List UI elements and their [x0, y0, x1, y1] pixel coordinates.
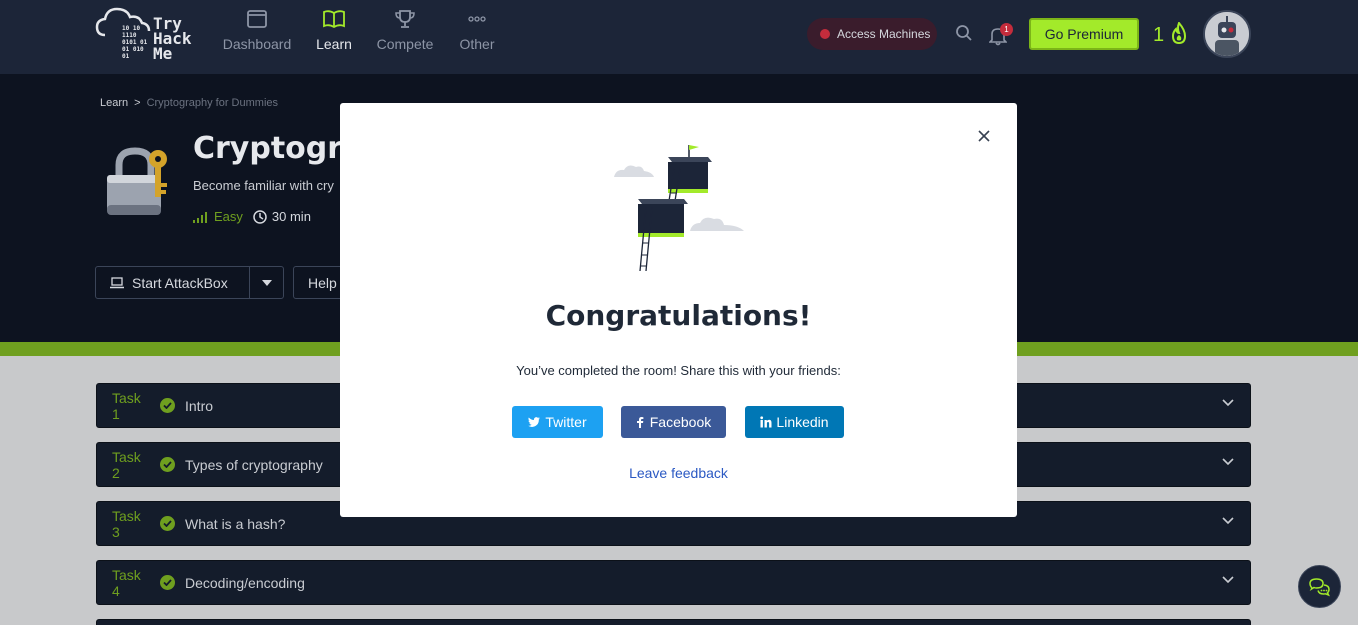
laptop-icon: [110, 276, 124, 288]
duration-label: 30 min: [271, 209, 311, 224]
task-name: What is a hash?: [185, 515, 286, 532]
task-number: Task 2: [112, 448, 141, 481]
padlock-key-icon: [107, 147, 167, 215]
streak-count: 1: [1153, 24, 1165, 46]
chevron-down-icon[interactable]: [1222, 399, 1234, 407]
task-name: Intro: [185, 397, 214, 414]
task-number: Task 4: [112, 566, 141, 599]
breadcrumb: Learn > Cryptography for Dummies: [100, 97, 278, 109]
modal-title: Congratulations!: [545, 299, 812, 332]
cubes-ladder-illustration: [614, 145, 744, 272]
attackbox-dropdown-toggle[interactable]: [250, 267, 283, 298]
leave-feedback-link[interactable]: Leave feedback: [340, 465, 1017, 481]
streak-counter[interactable]: 1: [1153, 21, 1188, 47]
trophy-icon: [395, 10, 415, 28]
share-facebook-button[interactable]: Facebook: [621, 406, 726, 438]
close-icon[interactable]: [976, 128, 992, 144]
linkedin-label: Linkedin: [776, 414, 829, 430]
duration-indicator: 30 min: [253, 209, 311, 224]
nav-dashboard-label: Dashboard: [222, 36, 292, 52]
start-attackbox-label: Start AttackBox: [132, 274, 228, 291]
access-machines-button[interactable]: Access Machines: [807, 18, 937, 50]
caret-down-icon: [261, 279, 272, 286]
start-attackbox-main[interactable]: Start AttackBox: [96, 267, 250, 298]
chevron-down-icon[interactable]: [1222, 517, 1234, 525]
nav-compete-label: Compete: [376, 36, 434, 52]
user-avatar[interactable]: [1203, 10, 1251, 58]
flame-icon: [1171, 21, 1186, 45]
linkedin-icon: [760, 416, 772, 428]
modal-message: You’ve completed the room! Share this wi…: [516, 363, 841, 378]
room-meta: Easy 30 min: [193, 209, 311, 224]
status-dot-icon: [820, 29, 830, 39]
breadcrumb-learn-link[interactable]: Learn: [100, 97, 128, 109]
nav-learn[interactable]: Learn: [312, 8, 356, 52]
share-linkedin-button[interactable]: Linkedin: [745, 406, 844, 438]
logo-wordmark: Try Hack Me: [153, 14, 192, 63]
facebook-icon: [636, 417, 644, 428]
notification-badge: 1: [1000, 23, 1013, 36]
check-circle-icon: [160, 398, 175, 413]
chat-bubbles-icon: [1308, 577, 1330, 596]
share-twitter-button[interactable]: Twitter: [512, 406, 603, 438]
top-navbar: 10 10 1110 0101 01 01 010 01 Try Hack Me…: [0, 0, 1358, 74]
nav-dashboard[interactable]: Dashboard: [222, 8, 292, 52]
facebook-label: Facebook: [649, 414, 712, 430]
chevron-down-icon[interactable]: [1222, 458, 1234, 466]
nav-learn-label: Learn: [316, 36, 352, 52]
congratulations-modal: Congratulations! You’ve completed the ro…: [340, 103, 1017, 517]
difficulty-indicator: Easy: [193, 209, 243, 224]
check-circle-icon: [160, 457, 175, 472]
chat-button[interactable]: [1298, 565, 1341, 608]
twitter-label: Twitter: [545, 414, 587, 430]
search-icon[interactable]: [955, 24, 973, 42]
nav-compete[interactable]: Compete: [374, 8, 436, 52]
task-name: Decoding/encoding: [185, 574, 305, 591]
signal-bars-icon: [193, 211, 207, 223]
difficulty-label: Easy: [214, 209, 243, 224]
start-attackbox-button[interactable]: Start AttackBox: [95, 266, 284, 299]
task-number: Task 3: [112, 507, 141, 540]
access-machines-label: Access Machines: [837, 27, 931, 41]
task-name: Types of cryptography: [185, 456, 323, 473]
nav-other-label: Other: [459, 36, 495, 52]
more-icon: [468, 16, 486, 22]
twitter-icon: [528, 417, 541, 427]
room-subtitle: Become familiar with cry: [193, 178, 334, 193]
tryhackme-logo[interactable]: 10 10 1110 0101 01 01 010 01 Try Hack Me: [95, 5, 205, 65]
breadcrumb-separator: >: [134, 97, 141, 109]
breadcrumb-current: Cryptography for Dummies: [146, 97, 279, 109]
check-circle-icon: [160, 516, 175, 531]
book-icon: [323, 10, 345, 29]
task-number: Task 1: [112, 389, 141, 422]
go-premium-button[interactable]: Go Premium: [1029, 18, 1139, 50]
dashboard-icon: [247, 10, 267, 28]
chevron-down-icon[interactable]: [1222, 576, 1234, 584]
check-circle-icon: [160, 575, 175, 590]
nav-other[interactable]: Other: [455, 8, 499, 52]
clock-icon: [253, 209, 267, 224]
logo-binary: 10 10 1110 0101 01 01 010 01: [122, 25, 148, 60]
task-row-partial[interactable]: [96, 619, 1251, 625]
task-row[interactable]: Task 4 Decoding/encoding: [96, 560, 1251, 605]
robot-avatar-icon: [1205, 12, 1249, 56]
